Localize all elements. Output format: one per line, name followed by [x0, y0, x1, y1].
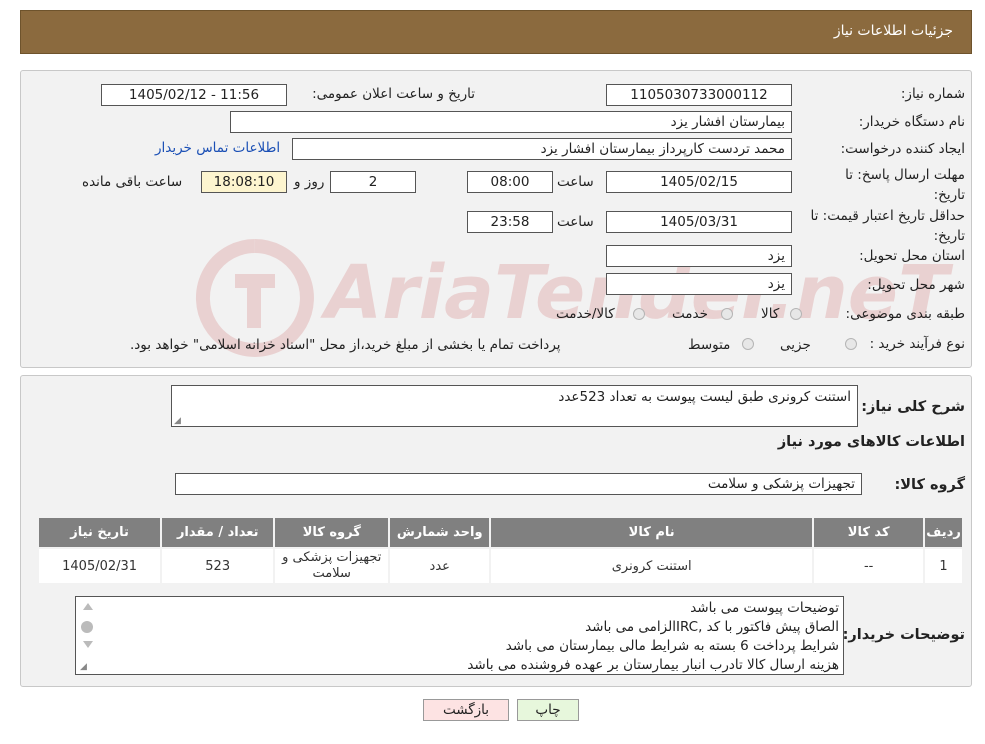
scroll-thumb[interactable] — [81, 621, 93, 633]
announce-label: تاریخ و ساعت اعلان عمومی: — [312, 86, 475, 102]
province-field: یزد — [606, 245, 792, 267]
province-label: استان محل تحویل: — [859, 248, 965, 264]
notes-scrollbar[interactable]: ◢ — [78, 599, 96, 672]
cell-goods-name: استنت کرونری — [491, 549, 813, 583]
table-header-row: ردیف کد کالا نام کالا واحد شمارش گروه کا… — [39, 518, 962, 547]
need-description-text: استنت کرونری طبق لیست پیوست به تعداد 523… — [558, 389, 851, 405]
validity-time-field: 23:58 — [467, 211, 553, 233]
col-goods-code: کد کالا — [814, 518, 924, 547]
category-radio-service[interactable] — [721, 308, 733, 320]
category-option-service: خدمت — [672, 306, 708, 322]
city-label: شهر محل تحویل: — [867, 277, 965, 293]
remaining-time-label: ساعت باقی مانده — [82, 174, 183, 190]
goods-info-title: اطلاعات کالاهای مورد نیاز — [777, 434, 965, 450]
buyer-notes-text: توضیحات پیوست می باشد الصاق پیش فاکتور ب… — [467, 599, 839, 675]
need-description-field: استنت کرونری طبق لیست پیوست به تعداد 523… — [171, 385, 858, 427]
announce-field: 1405/02/12 - 11:56 — [101, 84, 287, 106]
buyer-name-label: نام دستگاه خریدار: — [858, 114, 965, 130]
goods-table: ردیف کد کالا نام کالا واحد شمارش گروه کا… — [37, 516, 964, 585]
process-radio-minor[interactable] — [845, 338, 857, 350]
cell-quantity: 523 — [162, 549, 274, 583]
cell-unit: عدد — [390, 549, 490, 583]
print-button[interactable]: چاپ — [517, 699, 579, 721]
category-label: طبقه بندی موضوعی: — [845, 306, 965, 322]
page-title: جزئیات اطلاعات نیاز — [833, 23, 953, 39]
table-row: 1 -- استنت کرونری عدد تجهیزات پزشکی و سل… — [39, 549, 962, 583]
col-unit: واحد شمارش — [390, 518, 490, 547]
remaining-time-field: 18:08:10 — [201, 171, 287, 193]
buyer-notes-label: توضیحات خریدار: — [842, 627, 965, 643]
need-description-label: شرح کلی نیاز: — [861, 399, 965, 415]
page-header: جزئیات اطلاعات نیاز — [20, 10, 972, 54]
scroll-down-icon[interactable] — [83, 641, 93, 648]
validity-label: حداقل تاریخ اعتبار قیمت: تا تاریخ: — [810, 208, 965, 244]
buyer-note-line: توضیحات پیوست می باشد — [690, 600, 839, 616]
col-goods-name: نام کالا — [491, 518, 813, 547]
validity-time-label: ساعت — [557, 214, 594, 230]
process-radio-medium[interactable] — [742, 338, 754, 350]
buyer-name-field: بیمارستان افشار یزد — [230, 111, 792, 133]
process-note: پرداخت تمام یا بخشی از مبلغ خرید،از محل … — [130, 337, 561, 353]
cell-goods-code: -- — [814, 549, 924, 583]
buyer-note-line: شرایط پرداخت 6 بسته به شرایط مالی بیمارس… — [505, 638, 839, 654]
back-button[interactable]: بازگشت — [423, 699, 509, 721]
scroll-up-icon[interactable] — [83, 603, 93, 610]
deadline-date-field: 1405/02/15 — [606, 171, 792, 193]
creator-label: ایجاد کننده درخواست: — [840, 141, 965, 157]
validity-date-field: 1405/03/31 — [606, 211, 792, 233]
resize-grip-icon: ◢ — [80, 662, 87, 672]
process-label: نوع فرآیند خرید : — [869, 336, 965, 352]
deadline-time-label: ساعت — [557, 174, 594, 190]
resize-grip-icon: ◢ — [174, 416, 181, 426]
col-quantity: تعداد / مقدار — [162, 518, 274, 547]
col-need-date: تاریخ نیاز — [39, 518, 161, 547]
days-field: 2 — [330, 171, 416, 193]
need-number-field: 1105030733000112 — [606, 84, 792, 106]
category-radio-goods[interactable] — [790, 308, 802, 320]
category-radio-goods-service[interactable] — [633, 308, 645, 320]
buyer-note-line: هزینه ارسال کالا تادرب انبار بیمارستان ب… — [467, 657, 839, 673]
cell-need-date: 1405/02/31 — [39, 549, 161, 583]
goods-table-container: ردیف کد کالا نام کالا واحد شمارش گروه کا… — [37, 516, 968, 585]
cell-goods-group: تجهیزات پزشکی و سلامت — [275, 549, 389, 583]
days-label: روز و — [294, 174, 325, 190]
col-row-number: ردیف — [925, 518, 962, 547]
deadline-time-field: 08:00 — [467, 171, 553, 193]
col-goods-group: گروه کالا — [275, 518, 389, 547]
cell-row-number: 1 — [925, 549, 962, 583]
buyer-contact-link[interactable]: اطلاعات تماس خریدار — [155, 140, 280, 156]
buyer-note-line: الصاق پیش فاکتور با کد ,IRCالزامی می باش… — [585, 619, 839, 635]
deadline-label: مهلت ارسال پاسخ: تا تاریخ: — [845, 167, 965, 203]
goods-group-label: گروه کالا: — [894, 477, 965, 493]
creator-field: محمد تردست کارپرداز بیمارستان افشار یزد — [292, 138, 792, 160]
city-field: یزد — [606, 273, 792, 295]
process-option-medium: متوسط — [688, 337, 731, 353]
category-option-goods-service: کالا/خدمت — [556, 306, 615, 322]
buyer-notes-field[interactable]: توضیحات پیوست می باشد الصاق پیش فاکتور ب… — [75, 596, 844, 675]
process-option-minor: جزیی — [780, 337, 811, 353]
category-option-goods: کالا — [761, 306, 780, 322]
need-number-label: شماره نیاز: — [900, 86, 965, 102]
goods-group-field: تجهیزات پزشکی و سلامت — [175, 473, 862, 495]
